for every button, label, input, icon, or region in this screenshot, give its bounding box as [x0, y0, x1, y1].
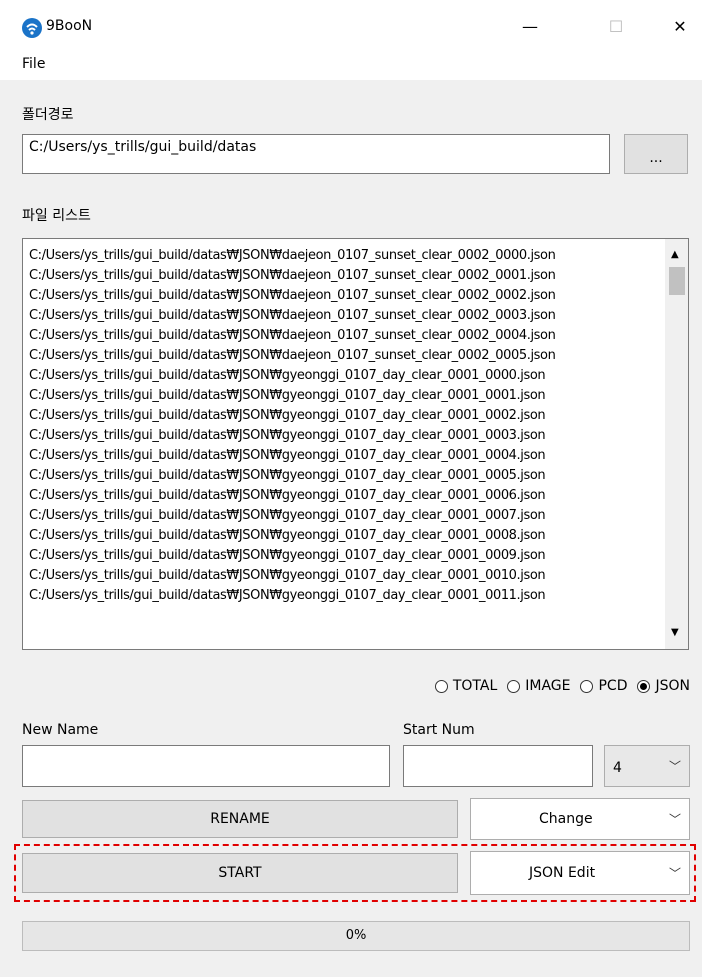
list-item[interactable]: C:/Users/ys_trills/gui_build/datas₩JSON₩… — [23, 486, 663, 506]
action-mode-value: JSON Edit — [529, 865, 596, 881]
wifi-icon — [22, 18, 42, 38]
menu-file[interactable]: File — [22, 56, 45, 72]
rename-mode-value: Change — [539, 811, 593, 827]
list-item[interactable]: C:/Users/ys_trills/gui_build/datas₩JSON₩… — [23, 586, 663, 606]
digits-select[interactable]: 4 ﹀ — [604, 745, 690, 787]
radio-label: IMAGE — [525, 678, 571, 694]
action-mode-select[interactable]: JSON Edit ﹀ — [470, 851, 690, 895]
list-item[interactable]: C:/Users/ys_trills/gui_build/datas₩JSON₩… — [23, 286, 663, 306]
list-item[interactable]: C:/Users/ys_trills/gui_build/datas₩JSON₩… — [23, 546, 663, 566]
rename-mode-select[interactable]: Change ﹀ — [470, 798, 690, 840]
browse-button[interactable]: ... — [624, 134, 688, 174]
list-item[interactable]: C:/Users/ys_trills/gui_build/datas₩JSON₩… — [23, 446, 663, 466]
start-button[interactable]: START — [22, 853, 458, 893]
list-item[interactable]: C:/Users/ys_trills/gui_build/datas₩JSON₩… — [23, 246, 663, 266]
radio-circle-icon[interactable] — [434, 679, 448, 693]
radio-total[interactable]: TOTAL — [434, 678, 498, 694]
scroll-up-icon[interactable]: ▲ — [671, 249, 679, 260]
list-item[interactable]: C:/Users/ys_trills/gui_build/datas₩JSON₩… — [23, 346, 663, 366]
list-item[interactable]: C:/Users/ys_trills/gui_build/datas₩JSON₩… — [23, 506, 663, 526]
close-button[interactable]: ✕ — [660, 12, 700, 42]
list-scrollbar[interactable]: ▲ ▼ — [665, 239, 688, 649]
list-item[interactable]: C:/Users/ys_trills/gui_build/datas₩JSON₩… — [23, 326, 663, 346]
maximize-button[interactable]: ☐ — [596, 12, 636, 42]
radio-pcd[interactable]: PCD — [580, 678, 627, 694]
folder-path-input[interactable]: C:/Users/ys_trills/gui_build/datas — [22, 134, 610, 174]
file-list-label: 파일 리스트 — [22, 208, 91, 224]
chevron-down-icon: ﹀ — [668, 759, 681, 774]
radio-label: JSON — [655, 678, 690, 694]
radio-json[interactable]: JSON — [637, 678, 690, 694]
scroll-down-icon[interactable]: ▼ — [671, 627, 679, 638]
list-item[interactable]: C:/Users/ys_trills/gui_build/datas₩JSON₩… — [23, 566, 663, 586]
list-item[interactable]: C:/Users/ys_trills/gui_build/datas₩JSON₩… — [23, 386, 663, 406]
minimize-button[interactable]: — — [510, 12, 550, 42]
chevron-down-icon: ﹀ — [668, 866, 681, 881]
chevron-down-icon: ﹀ — [668, 812, 681, 827]
scroll-thumb[interactable] — [669, 267, 685, 295]
radio-image[interactable]: IMAGE — [507, 678, 570, 694]
radio-circle-icon[interactable] — [637, 679, 651, 693]
radio-label: PCD — [598, 678, 628, 694]
radio-circle-icon[interactable] — [507, 679, 521, 693]
start-num-label: Start Num — [403, 722, 475, 738]
list-item[interactable]: C:/Users/ys_trills/gui_build/datas₩JSON₩… — [23, 306, 663, 326]
list-item[interactable]: C:/Users/ys_trills/gui_build/datas₩JSON₩… — [23, 406, 663, 426]
file-listbox[interactable]: C:/Users/ys_trills/gui_build/datas₩JSON₩… — [22, 238, 689, 650]
list-item[interactable]: C:/Users/ys_trills/gui_build/datas₩JSON₩… — [23, 426, 663, 446]
list-item[interactable]: C:/Users/ys_trills/gui_build/datas₩JSON₩… — [23, 466, 663, 486]
filter-radio-group: TOTAL IMAGE PCD JSON — [316, 678, 690, 694]
menu-bar — [0, 50, 702, 80]
new-name-input[interactable] — [22, 745, 390, 787]
radio-circle-icon[interactable] — [580, 679, 594, 693]
rename-button[interactable]: RENAME — [22, 800, 458, 838]
start-num-input[interactable] — [403, 745, 593, 787]
radio-label: TOTAL — [452, 678, 498, 694]
folder-path-label: 폴더경로 — [22, 107, 74, 123]
progress-bar: 0% — [22, 921, 690, 951]
digits-value: 4 — [613, 760, 622, 776]
list-item[interactable]: C:/Users/ys_trills/gui_build/datas₩JSON₩… — [23, 526, 663, 546]
new-name-label: New Name — [22, 722, 99, 738]
progress-text: 0% — [345, 928, 367, 943]
list-item[interactable]: C:/Users/ys_trills/gui_build/datas₩JSON₩… — [23, 266, 663, 286]
window-title: 9BooN — [46, 18, 93, 34]
list-item[interactable]: C:/Users/ys_trills/gui_build/datas₩JSON₩… — [23, 366, 663, 386]
